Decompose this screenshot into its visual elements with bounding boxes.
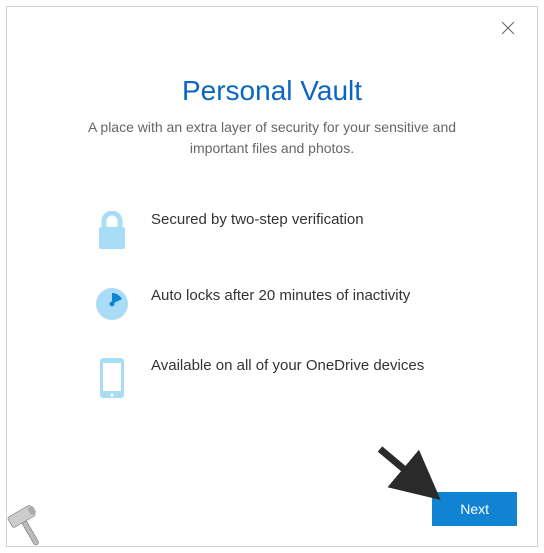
feature-list: Secured by two-step verification Auto lo… <box>51 209 493 399</box>
next-button[interactable]: Next <box>432 492 517 526</box>
close-button[interactable] <box>501 21 519 39</box>
feature-item: Available on all of your OneDrive device… <box>87 355 493 399</box>
dialog-subtitle: A place with an extra layer of security … <box>72 117 472 159</box>
dialog-footer: Next <box>7 492 537 546</box>
clock-icon <box>87 287 137 321</box>
dialog-title: Personal Vault <box>51 75 493 107</box>
feature-text: Available on all of your OneDrive device… <box>137 355 484 378</box>
feature-text: Secured by two-step verification <box>137 209 424 232</box>
personal-vault-dialog: Personal Vault A place with an extra lay… <box>6 6 538 547</box>
close-icon <box>501 21 515 35</box>
feature-text: Auto locks after 20 minutes of inactivit… <box>137 285 470 308</box>
phone-icon <box>87 357 137 399</box>
dialog-content: Personal Vault A place with an extra lay… <box>7 7 537 492</box>
lock-icon <box>87 211 137 251</box>
feature-item: Auto locks after 20 minutes of inactivit… <box>87 285 493 321</box>
feature-item: Secured by two-step verification <box>87 209 493 251</box>
